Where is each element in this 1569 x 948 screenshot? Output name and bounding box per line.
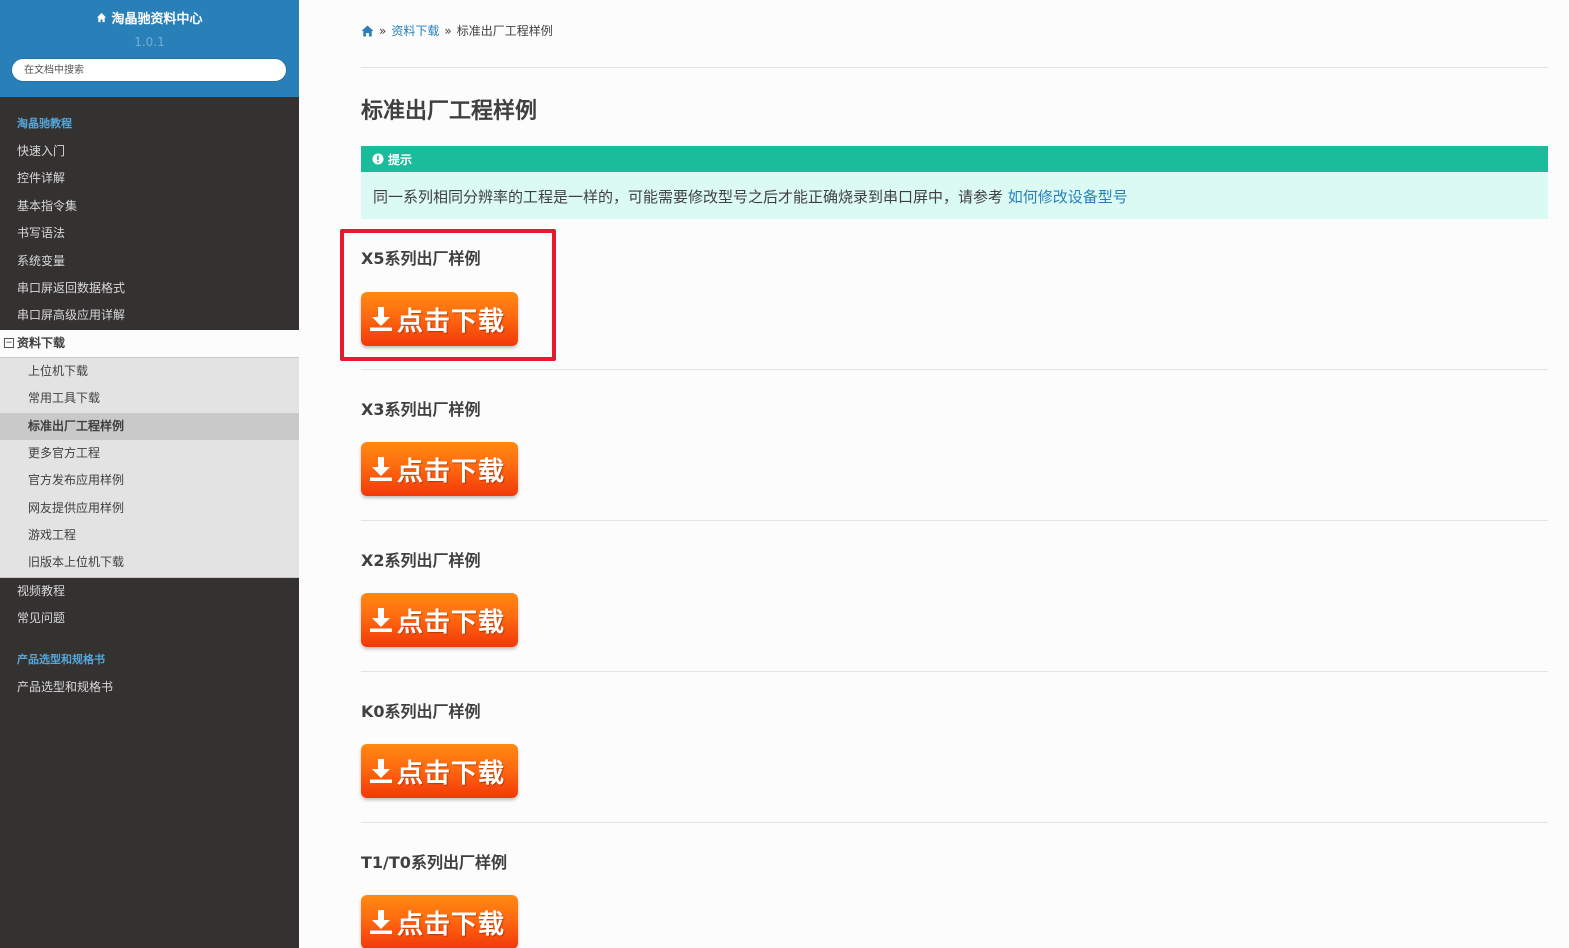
download-button-x2[interactable]: 点击下载 [361, 593, 518, 647]
tip-admonition: 提示 同一系列相同分辨率的工程是一样的，可能需要修改型号之后才能正确烧录到串口屏… [361, 146, 1548, 219]
nav-item-syntax[interactable]: 书写语法 [0, 220, 299, 247]
divider [361, 369, 1548, 370]
download-icon [370, 457, 392, 481]
sub-item-tools-download[interactable]: 常用工具下载 [0, 385, 299, 412]
download-button-label: 点击下载 [397, 456, 506, 487]
breadcrumb: » 资料下载 » 标准出厂工程样例 [361, 22, 553, 39]
search-input[interactable] [11, 58, 287, 82]
divider [361, 520, 1548, 521]
nav-item-videos[interactable]: 视频教程 [0, 578, 299, 605]
info-icon [372, 153, 384, 165]
tip-body: 同一系列相同分辨率的工程是一样的，可能需要修改型号之后才能正确烧录到串口屏中，请… [361, 172, 1548, 207]
sub-item-more-projects[interactable]: 更多官方工程 [0, 440, 299, 467]
site-title-link[interactable]: 淘晶驰资料中心 [96, 8, 203, 27]
tip-title: 提示 [388, 152, 413, 167]
download-icon [370, 759, 392, 783]
nav-item-faq[interactable]: 常见问题 [0, 605, 299, 632]
breadcrumb-separator: » [379, 23, 387, 38]
breadcrumb-link-downloads[interactable]: 资料下载 [391, 22, 439, 39]
download-button-label: 点击下载 [397, 607, 506, 638]
sub-item-official-samples[interactable]: 官方发布应用样例 [0, 467, 299, 494]
nav-item-advanced[interactable]: 串口屏高级应用详解 [0, 302, 299, 329]
tip-title-bar: 提示 [361, 146, 1548, 172]
version-label: 1.0.1 [134, 35, 165, 49]
section-title-x2: X2系列出厂样例 [361, 551, 481, 570]
sub-item-game-projects[interactable]: 游戏工程 [0, 522, 299, 549]
nav-item-downloads[interactable]: − 资料下载 [0, 329, 299, 358]
sub-item-factory-samples[interactable]: 标准出厂工程样例 [0, 412, 299, 440]
home-icon[interactable] [361, 25, 374, 37]
download-button-k0[interactable]: 点击下载 [361, 744, 518, 798]
nav-caption-products: 产品选型和规格书 [17, 652, 105, 666]
nav-item-return-format[interactable]: 串口屏返回数据格式 [0, 275, 299, 302]
site-title: 淘晶驰资料中心 [111, 12, 203, 27]
tip-text: 同一系列相同分辨率的工程是一样的，可能需要修改型号之后才能正确烧录到串口屏中，请… [373, 188, 1004, 206]
nav-item-downloads-label: 资料下载 [17, 336, 66, 351]
nav-caption-tutorial: 淘晶驰教程 [17, 117, 72, 130]
nav-item-quickstart[interactable]: 快速入门 [0, 138, 299, 165]
divider [361, 67, 1548, 68]
tip-link-change-model[interactable]: 如何修改设备型号 [1008, 188, 1128, 206]
nav-item-system-vars[interactable]: 系统变量 [0, 248, 299, 275]
divider [361, 671, 1548, 672]
section-title-t1-t0: T1/T0系列出厂样例 [361, 853, 507, 872]
sidebar: 淘晶驰资料中心 1.0.1 淘晶驰教程 快速入门 控件详解 基本指令集 书写语法… [0, 0, 299, 948]
page-title: 标准出厂工程样例 [361, 99, 538, 124]
section-title-k0: K0系列出厂样例 [361, 702, 481, 721]
download-icon [370, 608, 392, 632]
sub-item-host-download[interactable]: 上位机下载 [0, 358, 299, 385]
home-icon [97, 12, 107, 23]
nav-item-instructions[interactable]: 基本指令集 [0, 193, 299, 220]
main-content: » 资料下载 » 标准出厂工程样例 标准出厂工程样例 提示 同一系列相同分辨率的… [361, 0, 1548, 948]
section-title-x3: X3系列出厂样例 [361, 400, 481, 419]
download-button-x3[interactable]: 点击下载 [361, 442, 518, 496]
downloads-submenu: 上位机下载 常用工具下载 标准出厂工程样例 更多官方工程 官方发布应用样例 网友… [0, 357, 299, 578]
nav-item-controls[interactable]: 控件详解 [0, 165, 299, 192]
download-button-label: 点击下载 [397, 758, 506, 789]
sidebar-header: 淘晶驰资料中心 1.0.1 [0, 0, 299, 97]
sub-item-user-samples[interactable]: 网友提供应用样例 [0, 495, 299, 522]
sub-item-old-host[interactable]: 旧版本上位机下载 [0, 549, 299, 576]
divider [361, 822, 1548, 823]
collapse-toggle-icon[interactable]: − [4, 338, 14, 349]
breadcrumb-current: 标准出厂工程样例 [456, 24, 553, 38]
nav-item-product-specs[interactable]: 产品选型和规格书 [0, 674, 299, 701]
download-button-label: 点击下载 [397, 909, 506, 940]
download-button-t1-t0[interactable]: 点击下载 [361, 895, 518, 948]
download-icon [370, 910, 392, 934]
highlight-annotation-box [340, 229, 556, 361]
breadcrumb-separator: » [444, 23, 452, 38]
